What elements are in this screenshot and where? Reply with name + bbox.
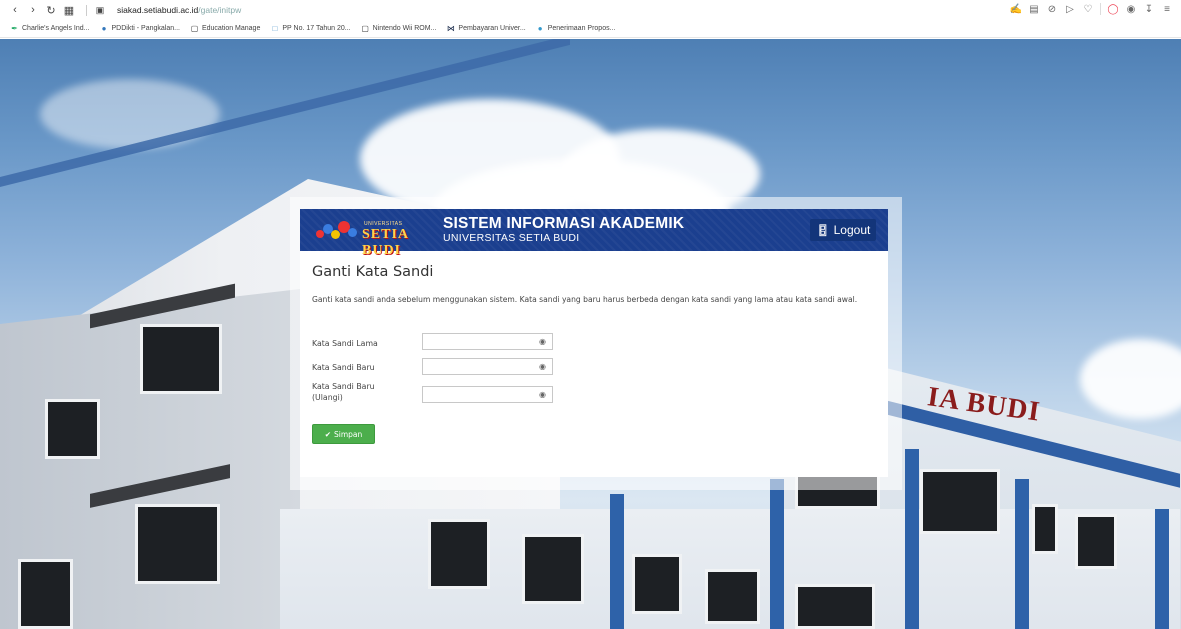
bookmark-item[interactable]: ✒ Charlie's Angels Ind... (10, 24, 89, 33)
pillar (610, 494, 624, 629)
cloud (1080, 339, 1181, 419)
grid-icon[interactable]: ▦ (62, 3, 76, 17)
url-field[interactable]: siakad.setiabudi.ac.id/gate/initpw (117, 5, 241, 15)
extension-icon[interactable]: ◉ (1125, 3, 1137, 15)
confirm-password-label: Kata Sandi Baru (Ulangi) (312, 382, 375, 402)
translate-icon[interactable]: ✍ (1010, 3, 1022, 15)
bookmark-item[interactable]: ▢ Nintendo Wii ROM... (361, 24, 437, 33)
page-title: Ganti Kata Sandi (312, 264, 434, 280)
back-icon[interactable]: ‹ (8, 3, 22, 17)
bookmark-item[interactable]: ⋈ Pembayaran Univer... (446, 24, 526, 33)
old-password-field[interactable]: ◉ (422, 333, 553, 350)
url-path: /gate/initpw (198, 5, 242, 15)
new-password-label: Kata Sandi Baru (312, 363, 375, 372)
window (428, 519, 490, 589)
heart-icon[interactable]: ♡ (1082, 3, 1094, 15)
bookmark-label: Charlie's Angels Ind... (22, 25, 90, 32)
bookmarks-bar: ✒ Charlie's Angels Ind... ● PDDikti - Pang… (0, 20, 1181, 38)
page-description: Ganti kata sandi anda sebelum menggunaka… (312, 295, 858, 304)
window (135, 504, 220, 584)
confirm-password-field[interactable]: ◉ (422, 386, 553, 403)
window (632, 554, 682, 614)
bookmark-item[interactable]: ▢ Education Manage (190, 24, 261, 33)
old-password-label: Kata Sandi Lama (312, 339, 378, 348)
reader-icon[interactable]: ▤ (1028, 3, 1040, 15)
logout-label: Logout (833, 223, 871, 237)
play-icon[interactable]: ▷ (1064, 3, 1076, 15)
menu-icon[interactable]: ≡ (1161, 3, 1173, 15)
window (705, 569, 760, 624)
browser-toolbar-icons: ✍ ▤ ⊘ ▷ ♡ ◯ ◉ ↧ ≡ (1010, 3, 1173, 15)
app-title: SISTEM INFORMASI AKADEMIK (443, 215, 685, 232)
bookmark-label: PDDikti - Pangkalan... (111, 25, 180, 32)
document-icon: □ (272, 24, 278, 33)
reload-icon[interactable]: ↻ (44, 3, 58, 17)
logout-button[interactable]: 🚪︎ Logout (810, 219, 876, 241)
window (920, 469, 1000, 534)
logo-bubble (331, 230, 340, 239)
logo-wordmark: SETIA BUDI (362, 227, 409, 258)
pillar (770, 479, 784, 629)
globe-icon: ● (101, 24, 107, 33)
block-icon[interactable]: ⊘ (1046, 3, 1058, 15)
forward-icon[interactable]: › (26, 3, 40, 17)
bookmark-label: Nintendo Wii ROM... (372, 25, 437, 32)
eye-slash-icon[interactable]: ◉ (539, 362, 546, 371)
window (1075, 514, 1117, 569)
bookmark-label: Penerimaan Propos... (547, 25, 616, 32)
pen-icon: ✒ (11, 24, 18, 33)
logout-icon: 🚪︎ (815, 224, 830, 237)
bookmark-label: Pembayaran Univer... (458, 25, 526, 32)
folder-icon: ▢ (190, 24, 199, 33)
change-password-panel: UNIVERSITAS SETIA BUDI SISTEM INFORMASI … (300, 209, 888, 477)
new-password-field[interactable]: ◉ (422, 358, 553, 375)
university-logo: UNIVERSITAS SETIA BUDI (316, 218, 440, 258)
pillar (1155, 509, 1169, 629)
eye-slash-icon[interactable]: ◉ (539, 390, 546, 399)
folder-icon: ▢ (361, 24, 369, 33)
window (18, 559, 73, 629)
app-header: UNIVERSITAS SETIA BUDI SISTEM INFORMASI … (300, 209, 888, 258)
bookmark-label: PP No. 17 Tahun 20... (282, 25, 351, 32)
app-subtitle: UNIVERSITAS SETIA BUDI (443, 232, 580, 244)
bookmark-label: Education Manage (201, 25, 261, 32)
bookmark-item[interactable]: ● PDDikti - Pangkalan... (99, 24, 180, 33)
check-icon: ✔ (324, 429, 332, 439)
pillar (905, 449, 919, 629)
download-icon[interactable]: ↧ (1143, 3, 1155, 15)
logo-bubble (348, 228, 357, 237)
globe-icon: ● (537, 24, 543, 33)
lock-icon: ▣ (95, 4, 105, 15)
window (140, 324, 222, 394)
url-host: siakad.setiabudi.ac.id (117, 5, 199, 15)
window (522, 534, 584, 604)
eye-slash-icon[interactable]: ◉ (539, 337, 546, 346)
divider (86, 4, 87, 16)
window (1032, 504, 1058, 554)
window (795, 584, 875, 629)
save-button[interactable]: ✔ Simpan (312, 424, 375, 444)
shield-icon[interactable]: ◯ (1107, 3, 1119, 15)
link-icon: ⋈ (446, 24, 455, 33)
divider (1100, 3, 1101, 15)
bookmark-item[interactable]: ● Penerimaan Propos... (536, 24, 616, 33)
pillar (1015, 479, 1029, 629)
browser-address-bar: ‹ › ↻ ▦ ▣ siakad.setiabudi.ac.id/gate/in… (0, 0, 1181, 20)
save-label: Simpan (334, 429, 363, 439)
window (45, 399, 100, 459)
bookmark-item[interactable]: □ PP No. 17 Tahun 20... (270, 24, 350, 33)
